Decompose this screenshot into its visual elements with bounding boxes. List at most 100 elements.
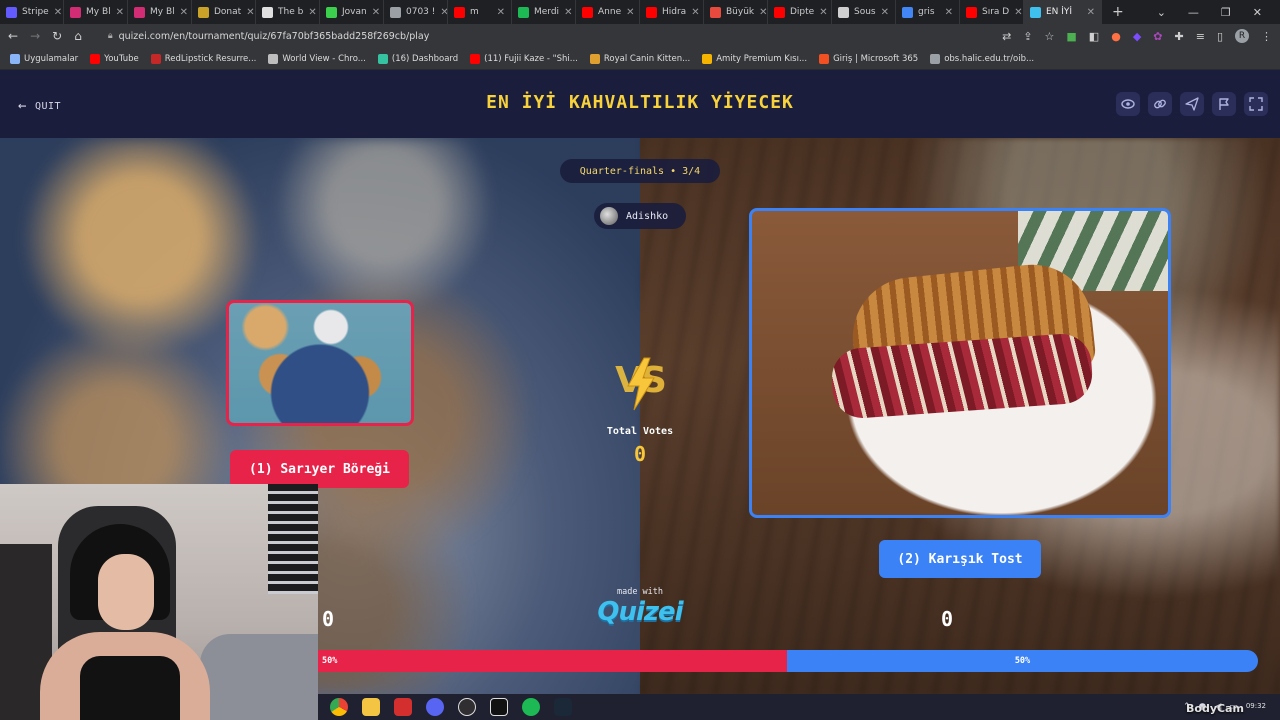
bookmark-item[interactable]: YouTube bbox=[90, 53, 139, 64]
extension-icon[interactable]: ◆ bbox=[1133, 30, 1141, 43]
bookmark-item[interactable]: Uygulamalar bbox=[10, 53, 78, 64]
menu-icon[interactable]: ⋮ bbox=[1261, 30, 1272, 43]
share-page-icon[interactable]: ⇪ bbox=[1023, 30, 1032, 43]
back-icon[interactable]: ← bbox=[8, 29, 18, 43]
bookmark-favicon-icon bbox=[470, 53, 481, 64]
bookmark-item[interactable]: RedLipstick Resurre... bbox=[150, 53, 256, 64]
extension-icon[interactable]: ✿ bbox=[1153, 30, 1162, 43]
creator-chip[interactable]: Adishko bbox=[594, 203, 686, 229]
browser-tab[interactable]: m ✕ bbox=[448, 0, 512, 24]
option-right-image[interactable] bbox=[749, 208, 1171, 518]
close-tab-icon[interactable]: ✕ bbox=[626, 7, 634, 18]
browser-tab[interactable]: Anne ✕ bbox=[576, 0, 640, 24]
forward-icon[interactable]: → bbox=[30, 29, 40, 43]
close-tab-icon[interactable]: ✕ bbox=[180, 7, 188, 18]
browser-tab[interactable]: Donat ✕ bbox=[192, 0, 256, 24]
app-icon[interactable] bbox=[490, 698, 508, 716]
clock[interactable]: 09:32 bbox=[1246, 702, 1266, 711]
bookmark-item[interactable]: Giriş | Microsoft 365 bbox=[819, 53, 918, 64]
chrome-icon[interactable] bbox=[330, 698, 348, 716]
browser-tab[interactable]: The b ✕ bbox=[256, 0, 320, 24]
browser-tab[interactable]: Dipte ✕ bbox=[768, 0, 832, 24]
bookmark-item[interactable]: Amity Premium Kısı... bbox=[702, 53, 807, 64]
bookmark-item[interactable]: obs.halic.edu.tr/oib... bbox=[930, 53, 1034, 64]
fullscreen-icon[interactable] bbox=[1244, 92, 1268, 116]
bookmark-star-icon[interactable]: ☆ bbox=[1045, 30, 1055, 43]
close-tab-icon[interactable]: ✕ bbox=[372, 7, 380, 18]
option-right-button[interactable]: (2) Karışık Tost bbox=[879, 540, 1041, 578]
bookmark-item[interactable]: World View - Chro... bbox=[268, 53, 366, 64]
link-icon[interactable] bbox=[1148, 92, 1172, 116]
app-icon[interactable] bbox=[394, 698, 412, 716]
close-tab-icon[interactable]: ✕ bbox=[440, 7, 447, 18]
close-tab-icon[interactable]: ✕ bbox=[691, 7, 699, 18]
browser-tab[interactable]: EN İYİ ✕ bbox=[1024, 0, 1102, 24]
browser-tab[interactable]: My Bl ✕ bbox=[64, 0, 128, 24]
extension-icon[interactable]: ■ bbox=[1066, 30, 1076, 43]
lock-icon: 🔒︎ bbox=[107, 31, 113, 41]
browser-tab[interactable]: gris ✕ bbox=[896, 0, 960, 24]
new-tab-button[interactable]: + bbox=[1102, 4, 1134, 20]
browser-tab[interactable]: Sıra D ✕ bbox=[960, 0, 1024, 24]
url-field[interactable]: 🔒︎ quizei.com/en/tournament/quiz/67fa70b… bbox=[108, 31, 430, 42]
close-window-icon[interactable]: ✕ bbox=[1253, 6, 1262, 19]
total-votes-label: Total Votes bbox=[606, 426, 674, 437]
translate-icon[interactable]: ⇄ bbox=[1002, 30, 1011, 43]
share-icon[interactable] bbox=[1180, 92, 1204, 116]
close-tab-icon[interactable]: ✕ bbox=[819, 7, 827, 18]
close-tab-icon[interactable]: ✕ bbox=[564, 7, 572, 18]
bookmark-favicon-icon bbox=[150, 53, 161, 64]
vote-share-bar: 50% 50% bbox=[316, 650, 1258, 672]
close-tab-icon[interactable]: ✕ bbox=[1014, 7, 1022, 18]
restore-icon[interactable]: ❐ bbox=[1221, 6, 1231, 19]
bookmark-item[interactable]: (11) Fujii Kaze - "Shi... bbox=[470, 53, 578, 64]
bookmark-item[interactable]: (16) Dashboard bbox=[377, 53, 458, 64]
total-votes-value: 0 bbox=[633, 442, 647, 466]
tab-label: Dipte bbox=[790, 7, 815, 17]
close-tab-icon[interactable]: ✕ bbox=[246, 7, 254, 18]
home-icon[interactable]: ⌂ bbox=[74, 29, 82, 43]
puzzle-icon[interactable]: ✚ bbox=[1175, 30, 1184, 43]
bookmark-item[interactable]: Royal Canin Kitten... bbox=[589, 53, 690, 64]
close-tab-icon[interactable]: ✕ bbox=[308, 7, 316, 18]
option-left-button[interactable]: (1) Sarıyer Böreği bbox=[230, 450, 409, 488]
extension-icon[interactable]: ● bbox=[1111, 30, 1121, 43]
reload-icon[interactable]: ↻ bbox=[52, 29, 62, 43]
tab-search-icon[interactable]: ⌄ bbox=[1157, 6, 1166, 19]
browser-tab[interactable]: Jovan ✕ bbox=[320, 0, 384, 24]
discord-icon[interactable] bbox=[426, 698, 444, 716]
close-tab-icon[interactable]: ✕ bbox=[497, 7, 505, 18]
close-tab-icon[interactable]: ✕ bbox=[759, 7, 767, 18]
tab-label: Stripe bbox=[22, 7, 49, 17]
tab-favicon-icon bbox=[454, 6, 465, 18]
spotify-icon[interactable] bbox=[522, 698, 540, 716]
close-tab-icon[interactable]: ✕ bbox=[881, 7, 889, 18]
browser-tab[interactable]: Sous ✕ bbox=[832, 0, 896, 24]
folder-icon[interactable] bbox=[362, 698, 380, 716]
bookmark-favicon-icon bbox=[377, 53, 388, 64]
obs-icon[interactable] bbox=[458, 698, 476, 716]
minimize-icon[interactable]: — bbox=[1188, 6, 1199, 19]
option-left-image[interactable] bbox=[226, 300, 414, 426]
browser-tab[interactable]: Merdi ✕ bbox=[512, 0, 576, 24]
close-tab-icon[interactable]: ✕ bbox=[1087, 7, 1095, 18]
quizei-logo[interactable]: Quizei bbox=[580, 597, 700, 627]
reading-list-icon[interactable]: ≡ bbox=[1196, 30, 1205, 43]
flag-icon[interactable] bbox=[1212, 92, 1236, 116]
steam-icon[interactable] bbox=[554, 698, 572, 716]
browser-tab[interactable]: Hidra ✕ bbox=[640, 0, 704, 24]
tab-favicon-icon bbox=[326, 6, 337, 18]
close-tab-icon[interactable]: ✕ bbox=[54, 7, 62, 18]
side-panel-icon[interactable]: ▯ bbox=[1217, 30, 1223, 43]
close-tab-icon[interactable]: ✕ bbox=[116, 7, 124, 18]
extension-icon[interactable]: ◧ bbox=[1089, 30, 1099, 43]
eye-icon[interactable] bbox=[1116, 92, 1140, 116]
close-tab-icon[interactable]: ✕ bbox=[945, 7, 953, 18]
browser-tab[interactable]: Büyük ✕ bbox=[704, 0, 768, 24]
profile-avatar[interactable]: R bbox=[1235, 29, 1249, 43]
browser-tab[interactable]: My Bl ✕ bbox=[128, 0, 192, 24]
bookmark-favicon-icon bbox=[589, 53, 600, 64]
browser-tab[interactable]: Stripe ✕ bbox=[0, 0, 64, 24]
bookmark-favicon-icon bbox=[10, 53, 20, 64]
browser-tab[interactable]: 0703 ! ✕ bbox=[384, 0, 448, 24]
